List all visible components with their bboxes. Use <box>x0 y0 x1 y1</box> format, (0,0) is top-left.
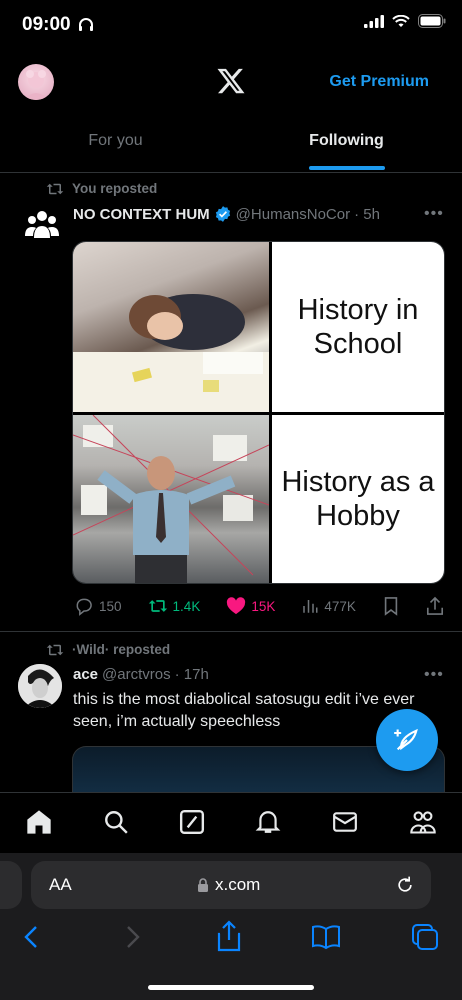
bookmark-icon <box>384 597 398 616</box>
repost-label: You reposted <box>72 181 158 196</box>
verified-badge-icon <box>215 206 230 222</box>
bell-icon <box>255 810 281 833</box>
battery-icon <box>418 14 446 28</box>
author-handle[interactable]: @HumansNoCor <box>236 206 350 223</box>
tabs-overview-icon[interactable] <box>410 922 440 952</box>
like-count: 15K <box>251 598 276 614</box>
reader-aa-button[interactable]: AA <box>49 875 72 895</box>
meme-photo-sleeping <box>73 242 269 412</box>
author-handle[interactable]: @arctvros <box>102 666 171 683</box>
nav-messages[interactable] <box>331 809 359 840</box>
reply-count: 150 <box>99 598 122 614</box>
previous-tab-preview[interactable] <box>0 861 22 909</box>
communities-icon <box>410 810 436 834</box>
reload-icon[interactable] <box>395 875 415 895</box>
reply-button[interactable]: 150 <box>74 596 122 616</box>
back-icon[interactable] <box>22 924 42 950</box>
post-time: · 5h <box>354 205 380 223</box>
meme-photo-conspiracy <box>73 415 269 583</box>
author-avatar[interactable] <box>24 206 60 247</box>
cellular-signal-icon <box>364 14 384 28</box>
lock-icon <box>198 878 208 892</box>
heart-icon <box>227 597 246 615</box>
post-more-button[interactable]: ••• <box>424 666 444 684</box>
nav-home[interactable] <box>25 808 53 841</box>
author-name[interactable]: ace <box>73 666 98 683</box>
nav-search[interactable] <box>103 809 129 840</box>
bookmarks-book-icon[interactable] <box>311 924 341 950</box>
nav-communities[interactable] <box>409 808 437 841</box>
tab-following[interactable]: Following <box>231 118 462 172</box>
repost-label: ·Wild· reposted <box>72 642 171 657</box>
repost-indicator: ·Wild· reposted <box>46 642 170 657</box>
share-button[interactable] <box>426 596 444 616</box>
active-tab-indicator <box>308 166 385 170</box>
bookmark-button[interactable] <box>382 596 400 616</box>
repost-icon <box>148 600 167 612</box>
views-count: 477K <box>324 598 356 614</box>
compose-button[interactable] <box>376 709 438 771</box>
address-bar[interactable]: AA x.com <box>31 861 431 909</box>
meme-caption-bottom: History as a Hobby <box>272 415 444 583</box>
author-name[interactable]: NO CONTEXT HUM <box>73 206 210 223</box>
get-premium-button[interactable]: Get Premium <box>329 73 429 91</box>
repost-count: 1.4K <box>172 598 201 614</box>
x-logo-icon <box>216 66 246 101</box>
forward-icon[interactable] <box>122 924 142 950</box>
status-icons <box>364 14 446 28</box>
home-icon <box>27 809 51 834</box>
post-more-button[interactable]: ••• <box>424 205 444 223</box>
mail-icon <box>333 811 357 832</box>
tab-for-you[interactable]: For you <box>0 118 231 172</box>
views-button[interactable]: 477K <box>301 597 356 615</box>
url-text: x.com <box>215 875 261 894</box>
repost-icon <box>46 183 64 194</box>
timeline-tabs: For you Following <box>0 118 462 173</box>
reply-icon <box>76 598 92 616</box>
share-sheet-icon[interactable] <box>216 920 242 952</box>
meme-caption-top: History in School <box>272 242 444 412</box>
nav-notifications[interactable] <box>255 809 281 840</box>
views-chart-icon <box>303 600 318 613</box>
home-indicator <box>148 985 314 990</box>
profile-avatar[interactable] <box>18 64 54 100</box>
post-header: ace @arctvros · 17h <box>73 666 209 683</box>
repost-icon <box>46 644 64 655</box>
share-icon <box>426 596 443 615</box>
wifi-icon <box>392 14 410 27</box>
repost-button[interactable]: 1.4K <box>148 597 201 615</box>
post-time: · 17h <box>174 666 209 683</box>
like-button[interactable]: 15K <box>226 597 275 615</box>
post-image[interactable]: History in School History as a Hobby <box>72 241 445 584</box>
author-avatar[interactable] <box>18 664 62 708</box>
status-time: 09:00 <box>22 14 94 36</box>
headphones-icon <box>78 17 93 31</box>
bottom-nav <box>0 792 462 855</box>
post-actions: 150 1.4K 15K 477K <box>74 596 444 616</box>
post-divider <box>0 631 462 632</box>
compose-feather-icon <box>394 728 418 751</box>
post-header: NO CONTEXT HUM @HumansNoCor · 5h <box>73 205 380 223</box>
nav-grok[interactable] <box>179 809 205 840</box>
url-display[interactable]: x.com <box>197 875 260 895</box>
search-icon <box>105 810 128 834</box>
repost-indicator: You reposted <box>46 181 157 196</box>
grok-icon <box>179 809 205 834</box>
people-group-icon <box>25 211 59 238</box>
